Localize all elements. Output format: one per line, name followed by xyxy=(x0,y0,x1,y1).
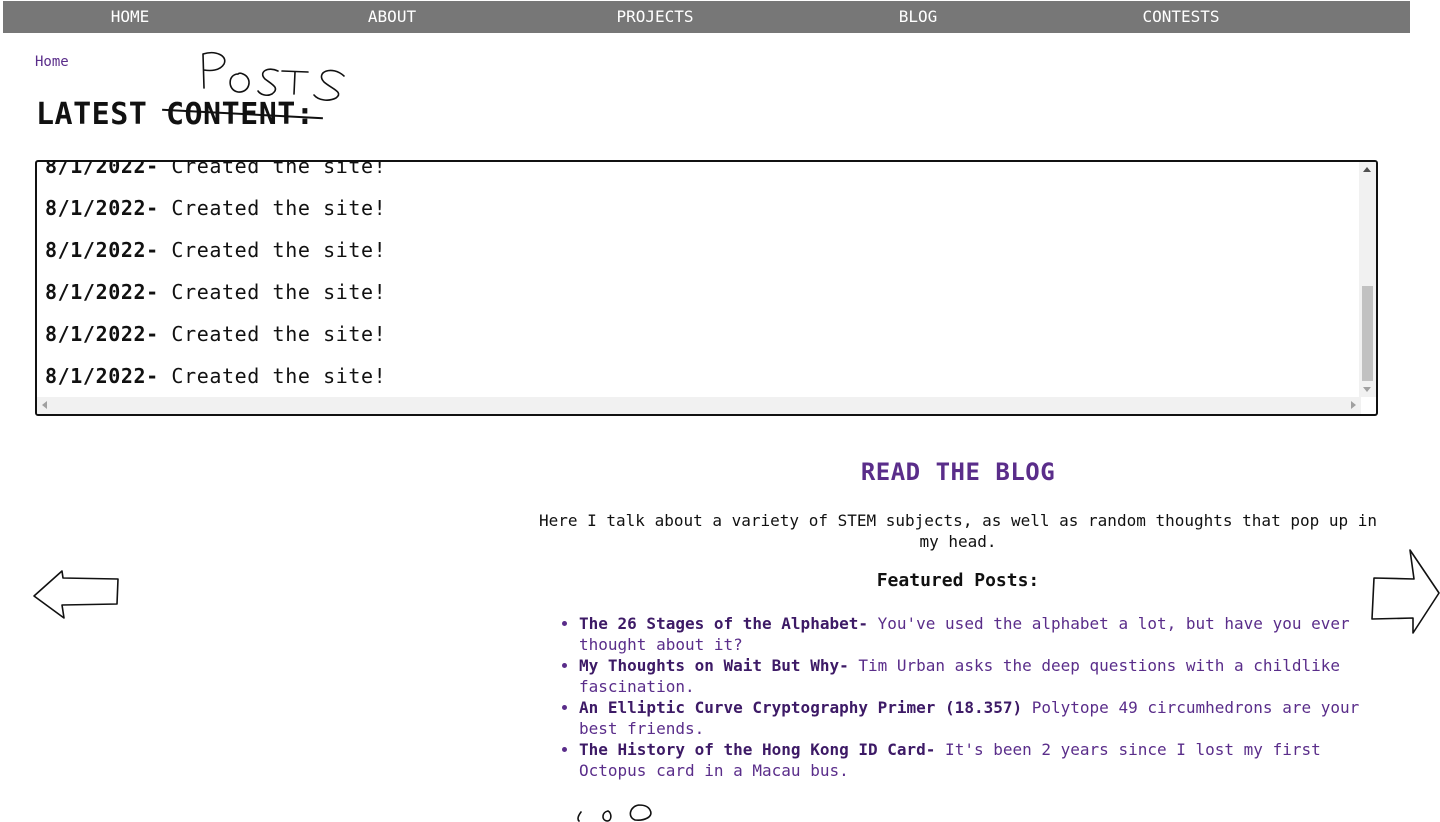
log-date: 8/1/2022- xyxy=(45,280,159,304)
nav-home-link[interactable]: HOME xyxy=(111,1,150,33)
log-date: 8/1/2022- xyxy=(45,322,159,346)
log-date: 8/1/2022- xyxy=(45,238,159,262)
post-title-link[interactable]: An Elliptic Curve Cryptography Primer (1… xyxy=(579,698,1022,717)
log-entry: 8/1/2022- Created the site! xyxy=(45,271,386,313)
log-entry: 8/1/2022- Created the site! xyxy=(45,160,387,187)
list-item: The 26 Stages of the Alphabet- You've us… xyxy=(579,613,1369,655)
nav-about-link[interactable]: ABOUT xyxy=(368,1,416,33)
nav-blog-link[interactable]: BLOG xyxy=(899,1,938,33)
list-item: My Thoughts on Wait But Why- Tim Urban a… xyxy=(579,655,1369,697)
log-date: 8/1/2022- xyxy=(45,160,159,178)
handwritten-scribble xyxy=(577,804,652,822)
log-text: Created the site! xyxy=(158,322,387,346)
scroll-down-icon[interactable] xyxy=(1363,387,1371,392)
post-title-link[interactable]: The History of the Hong Kong ID Card- xyxy=(579,740,935,759)
log-entry: 8/1/2022- Created the site! xyxy=(45,313,386,355)
post-title-link[interactable]: My Thoughts on Wait But Why- xyxy=(579,656,849,675)
breadcrumb-home-link[interactable]: Home xyxy=(35,54,69,70)
log-entry: 8/1/2022- Created the site! xyxy=(45,229,386,271)
scroll-left-icon[interactable] xyxy=(42,401,47,409)
list-item: An Elliptic Curve Cryptography Primer (1… xyxy=(579,697,1369,739)
featured-posts-heading: Featured Posts: xyxy=(876,570,1040,591)
log-entry: 8/1/2022- Created the site! xyxy=(45,187,386,229)
log-text: Created the site! xyxy=(158,160,387,178)
latest-content-box[interactable]: 8/1/2022- Created the site! 8/1/2022- Cr… xyxy=(35,160,1378,416)
page: HOME ABOUT PROJECTS BLOG CONTESTS Home L… xyxy=(0,0,1440,822)
log-date: 8/1/2022- xyxy=(45,196,159,220)
title-prefix: LATEST xyxy=(36,97,148,132)
log-text: Created the site! xyxy=(158,280,387,304)
title-struck-word: CONTENT: xyxy=(165,97,315,132)
scroll-up-icon[interactable] xyxy=(1363,167,1371,172)
blog-description: Here I talk about a variety of STEM subj… xyxy=(538,511,1378,551)
scroll-right-icon[interactable] xyxy=(1351,401,1356,409)
horizontal-scrollbar[interactable] xyxy=(37,397,1361,414)
list-item: The History of the Hong Kong ID Card- It… xyxy=(579,739,1369,781)
log-list: 8/1/2022- Created the site! 8/1/2022- Cr… xyxy=(45,160,387,397)
nav-contests-link[interactable]: CONTESTS xyxy=(1142,1,1219,33)
read-the-blog-link[interactable]: READ THE BLOG xyxy=(538,458,1378,486)
left-arrow-icon[interactable] xyxy=(30,565,122,623)
vertical-scrollbar[interactable] xyxy=(1359,162,1376,397)
log-text: Created the site! xyxy=(158,196,387,220)
scrollbar-thumb[interactable] xyxy=(1362,286,1373,381)
post-title-link[interactable]: The 26 Stages of the Alphabet- xyxy=(579,614,868,633)
nav-projects-link[interactable]: PROJECTS xyxy=(616,1,693,33)
right-arrow-icon[interactable] xyxy=(1368,545,1440,637)
handwritten-posts-annotation xyxy=(202,51,345,101)
top-nav: HOME ABOUT PROJECTS BLOG CONTESTS xyxy=(3,1,1410,33)
featured-posts-list: The 26 Stages of the Alphabet- You've us… xyxy=(579,613,1369,781)
log-text: Created the site! xyxy=(158,238,387,262)
page-title: LATEST CONTENT: xyxy=(36,97,314,132)
log-entry: 8/1/2022- Created the site! xyxy=(45,355,386,397)
log-text: Created the site! xyxy=(158,364,387,388)
log-date: 8/1/2022- xyxy=(45,364,159,388)
